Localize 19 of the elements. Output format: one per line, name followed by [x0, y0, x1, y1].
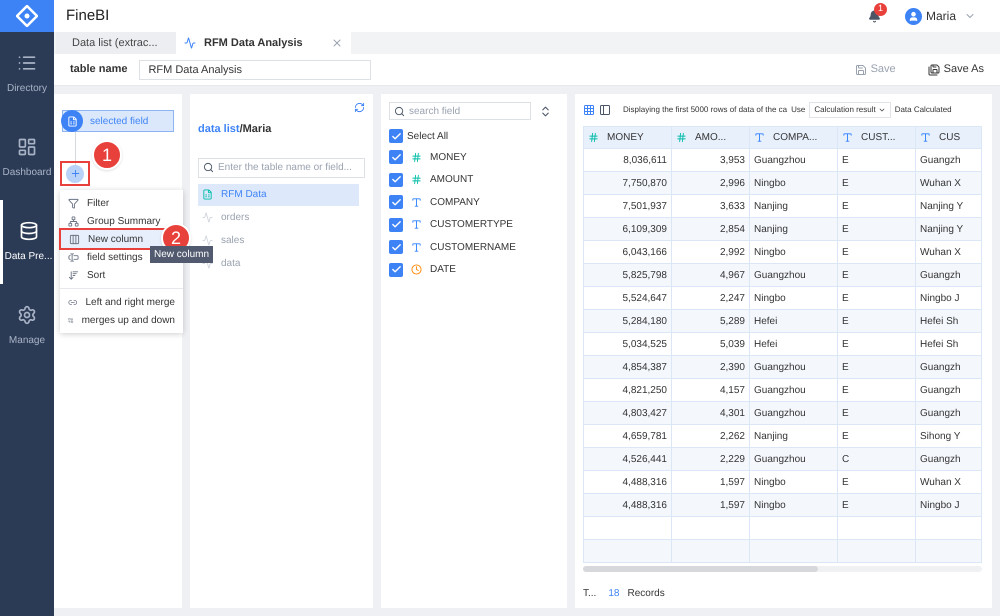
record-count: 18	[608, 587, 620, 601]
field-name: DATE	[430, 263, 456, 278]
records-label: Records	[627, 587, 665, 601]
field-label: table name	[70, 62, 128, 78]
footer-label: T...	[583, 587, 596, 601]
use-label: Use	[791, 104, 806, 116]
calculated-label: Data Calculated	[894, 104, 952, 116]
step-marker: 1	[92, 140, 122, 170]
field-name: COMPANY	[430, 196, 480, 210]
panel-title: data list/Maria	[198, 122, 272, 137]
notification-badge: 1	[874, 2, 887, 16]
field-name: AMOUNT	[430, 173, 474, 188]
preview-info: Displaying the first 5000 rows of data of the ca	[623, 104, 788, 116]
field-name: CUSTOMERNAME	[430, 240, 516, 255]
app-title: FineBI	[66, 6, 110, 26]
field-name: MONEY	[430, 150, 467, 165]
field-name: CUSTOMERTYPE	[430, 218, 513, 232]
tooltip: New column	[150, 246, 214, 263]
select-all-label: Select All	[407, 130, 448, 144]
